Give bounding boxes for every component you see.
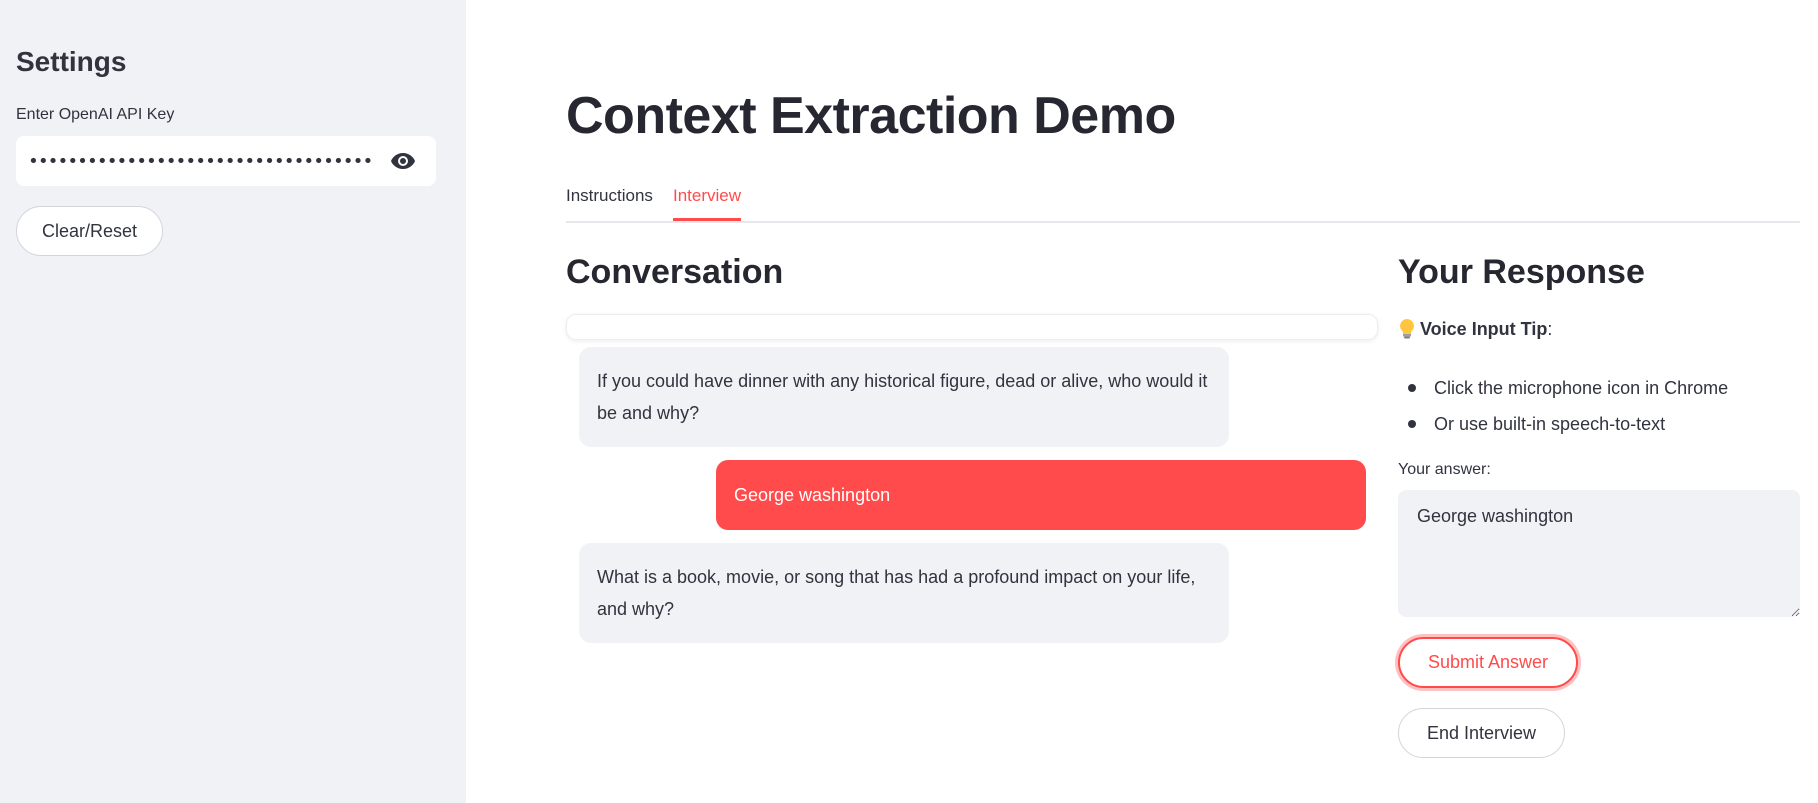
conversation-container	[566, 314, 1378, 340]
list-item: Or use built-in speech-to-text	[1398, 406, 1728, 442]
tips-list: Click the microphone icon in Chrome Or u…	[1398, 370, 1728, 442]
api-key-input[interactable]	[16, 136, 384, 186]
sidebar-title: Settings	[16, 46, 127, 77]
response-title: Your Response	[1398, 253, 1645, 291]
tab-bar: Instructions Interview	[566, 180, 1800, 223]
api-key-label: Enter OpenAI API Key	[16, 106, 175, 123]
assistant-message: What is a book, movie, or song that has …	[579, 543, 1229, 643]
user-message: George washington	[716, 460, 1366, 530]
submit-answer-button[interactable]: Submit Answer	[1398, 637, 1578, 688]
assistant-message: If you could have dinner with any histor…	[579, 347, 1229, 447]
page-title: Context Extraction Demo	[566, 87, 1176, 145]
eye-icon[interactable]	[388, 147, 418, 175]
sidebar: Settings Enter OpenAI API Key Clear/Rese…	[0, 0, 466, 803]
voice-input-tip: Voice Input Tip :	[1398, 318, 1552, 340]
tip-heading: Voice Input Tip	[1420, 318, 1548, 339]
tip-colon: :	[1547, 318, 1553, 339]
conversation-title: Conversation	[566, 253, 784, 291]
end-interview-button[interactable]: End Interview	[1398, 708, 1565, 758]
clear-reset-button[interactable]: Clear/Reset	[16, 206, 163, 256]
answer-textarea[interactable]: George washington	[1398, 490, 1800, 617]
lightbulb-icon	[1398, 318, 1416, 340]
answer-label: Your answer:	[1398, 461, 1491, 478]
tab-interview[interactable]: Interview	[673, 186, 742, 221]
list-item: Click the microphone icon in Chrome	[1398, 370, 1728, 406]
tab-instructions[interactable]: Instructions	[566, 186, 653, 218]
api-key-field	[16, 136, 436, 186]
